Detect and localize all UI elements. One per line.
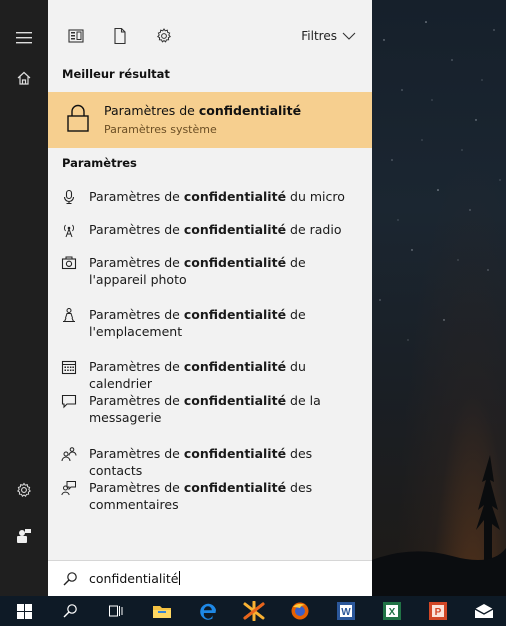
start-button[interactable] bbox=[4, 596, 44, 626]
contacts-icon bbox=[61, 447, 77, 462]
search-toolbar: Filtres bbox=[48, 16, 372, 56]
edge-button[interactable] bbox=[188, 596, 228, 626]
start-rail bbox=[0, 0, 48, 596]
gear-icon[interactable] bbox=[154, 26, 174, 46]
user-feedback-button[interactable] bbox=[0, 514, 48, 558]
search-box[interactable]: confidentialité bbox=[48, 560, 372, 596]
word-icon: W bbox=[337, 602, 355, 620]
result-label: Paramètres de confidentialité des commen… bbox=[89, 480, 313, 512]
filters-dropdown[interactable]: Filtres bbox=[301, 26, 356, 46]
mail-icon bbox=[474, 604, 494, 618]
result-privacy-radio[interactable]: Paramètres de confidentialité de radio bbox=[48, 221, 372, 239]
chevron-down-icon bbox=[342, 32, 356, 40]
mail-button[interactable] bbox=[464, 596, 504, 626]
result-label: Paramètres de confidentialité de la mess… bbox=[89, 393, 321, 425]
text-caret bbox=[179, 571, 181, 585]
powerpoint-button[interactable]: P bbox=[418, 596, 458, 626]
edge-icon bbox=[200, 603, 216, 620]
desktop-wallpaper bbox=[372, 0, 506, 596]
lock-icon bbox=[67, 104, 89, 132]
filters-label: Filtres bbox=[301, 29, 337, 43]
word-button[interactable]: W bbox=[326, 596, 366, 626]
user-feedback-icon bbox=[17, 529, 31, 543]
svg-text:X: X bbox=[389, 607, 396, 618]
task-view-icon bbox=[109, 605, 123, 617]
best-match-title: Paramètres de confidentialité bbox=[104, 103, 302, 118]
message-icon bbox=[61, 394, 77, 409]
radio-antenna-icon bbox=[64, 224, 74, 238]
result-label: Paramètres de confidentialité du calendr… bbox=[89, 359, 306, 391]
home-button[interactable] bbox=[0, 56, 48, 100]
result-privacy-feedback[interactable]: Paramètres de confidentialité des commen… bbox=[48, 479, 372, 515]
best-match-result[interactable]: Paramètres de confidentialité Paramètres… bbox=[48, 92, 372, 148]
search-input[interactable]: confidentialité bbox=[89, 571, 181, 586]
document-icon[interactable] bbox=[110, 26, 130, 46]
file-explorer-icon bbox=[153, 606, 171, 618]
file-explorer-button[interactable] bbox=[142, 596, 182, 626]
calendar-icon bbox=[61, 360, 77, 375]
settings-gear-icon bbox=[17, 482, 31, 497]
cortana-search-button[interactable] bbox=[50, 596, 90, 626]
result-label: Paramètres de confidentialité de radio bbox=[89, 222, 342, 237]
result-label: Paramètres de confidentialité de l'appar… bbox=[89, 255, 306, 287]
starfield bbox=[372, 21, 506, 596]
search-icon bbox=[63, 572, 77, 586]
settings-heading: Paramètres bbox=[62, 156, 137, 170]
hamburger-menu-icon bbox=[16, 32, 32, 44]
search-panel: Filtres Meilleur résultat Paramètres de … bbox=[48, 0, 372, 596]
taskbar: W X P bbox=[0, 596, 506, 626]
result-privacy-location[interactable]: Paramètres de confidentialité de l'empla… bbox=[48, 306, 372, 342]
best-match-heading: Meilleur résultat bbox=[62, 67, 170, 81]
hamburger-menu-button[interactable] bbox=[0, 16, 48, 60]
cortana-search-icon bbox=[63, 604, 77, 618]
svg-text:W: W bbox=[341, 607, 351, 618]
kaleidoscope-icon bbox=[243, 601, 265, 621]
result-privacy-microphone[interactable]: Paramètres de confidentialité du micro bbox=[48, 188, 372, 206]
settings-button[interactable] bbox=[0, 468, 48, 512]
task-view-button[interactable] bbox=[96, 596, 136, 626]
result-label: Paramètres de confidentialité du micro bbox=[89, 189, 345, 204]
result-privacy-contacts[interactable]: Paramètres de confidentialité des contac… bbox=[48, 445, 372, 478]
camera-icon bbox=[61, 256, 77, 270]
firefox-button[interactable] bbox=[280, 596, 320, 626]
kaleidoscope-app-button[interactable] bbox=[234, 596, 274, 626]
result-privacy-messaging[interactable]: Paramètres de confidentialité de la mess… bbox=[48, 392, 372, 428]
result-label: Paramètres de confidentialité de l'empla… bbox=[89, 307, 306, 339]
microphone-icon bbox=[63, 189, 75, 205]
excel-button[interactable]: X bbox=[372, 596, 412, 626]
svg-text:P: P bbox=[435, 607, 442, 618]
feedback-person-icon bbox=[61, 481, 76, 496]
windows-start-icon bbox=[16, 603, 32, 619]
powerpoint-icon: P bbox=[429, 602, 447, 620]
firefox-icon bbox=[291, 602, 309, 620]
result-label: Paramètres de confidentialité des contac… bbox=[89, 446, 313, 478]
apps-icon[interactable] bbox=[66, 26, 86, 46]
result-privacy-camera[interactable]: Paramètres de confidentialité de l'appar… bbox=[48, 254, 372, 290]
excel-icon: X bbox=[383, 602, 401, 620]
result-privacy-calendar[interactable]: Paramètres de confidentialité du calendr… bbox=[48, 358, 372, 391]
best-match-subtitle: Paramètres système bbox=[104, 123, 217, 136]
home-icon bbox=[17, 71, 31, 85]
location-person-icon bbox=[63, 308, 75, 322]
